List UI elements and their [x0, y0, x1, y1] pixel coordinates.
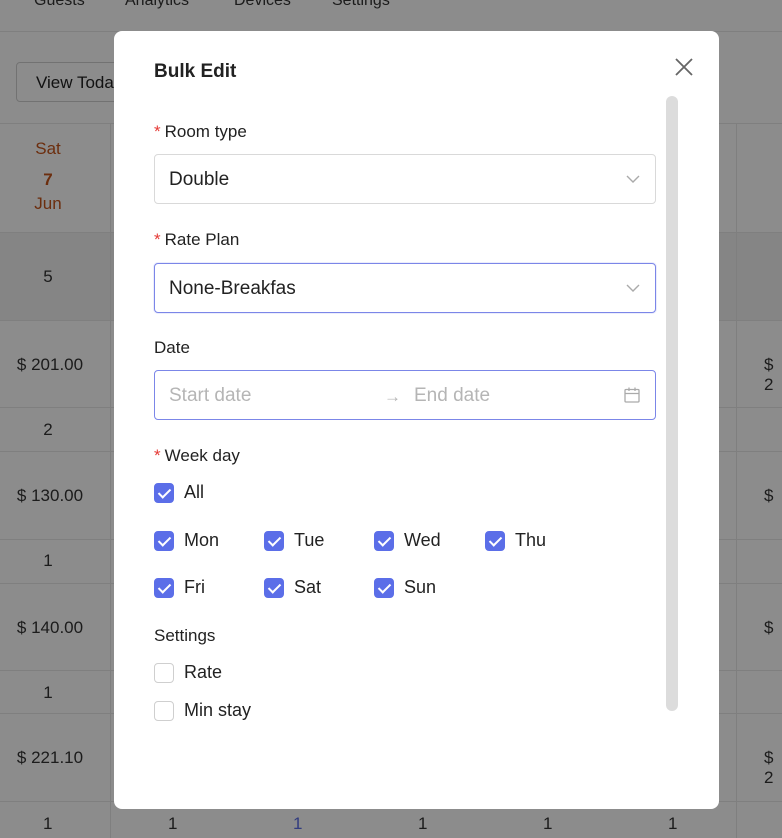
checkbox-box[interactable]	[374, 577, 394, 598]
required-mark: *	[154, 122, 161, 141]
checkbox-label: Sun	[404, 577, 437, 597]
checkbox-box[interactable]	[154, 700, 174, 721]
rate-plan-value: None-Breakfas	[169, 278, 296, 299]
checkbox-rate[interactable]: Rate	[154, 662, 222, 683]
scrollbar[interactable]	[666, 96, 678, 711]
end-date-input[interactable]: End date	[414, 385, 490, 407]
close-icon[interactable]	[672, 55, 696, 79]
required-mark: *	[154, 230, 161, 249]
settings-label: Settings	[154, 626, 216, 645]
checkbox-label: Rate	[184, 662, 223, 682]
room-type-select[interactable]: Double	[154, 154, 656, 204]
checkbox-box[interactable]	[374, 530, 394, 551]
checkbox-min-stay[interactable]: Min stay	[154, 700, 251, 721]
week-day-label: * Week day	[154, 446, 240, 466]
checkbox-label: Fri	[184, 577, 205, 597]
checkbox-box[interactable]	[485, 530, 505, 551]
rate-plan-label: * Rate Plan	[154, 230, 239, 250]
date-range-picker[interactable]: Start date → End date	[154, 370, 656, 420]
checkbox-label: Tue	[294, 530, 325, 550]
checkbox-label: Thu	[515, 530, 547, 550]
bulk-edit-modal: Bulk Edit * Room type Double * Rate Plan N…	[114, 31, 719, 809]
checkbox-label: Sat	[294, 577, 322, 597]
arrow-right-icon: →	[384, 387, 401, 406]
room-type-value: Double	[169, 169, 230, 190]
date-label: Date	[154, 338, 190, 357]
checkbox-label: Min stay	[184, 700, 252, 720]
checkbox-box[interactable]	[154, 662, 174, 683]
room-type-label-text: Room type	[164, 122, 247, 141]
checkbox-box[interactable]	[264, 577, 284, 598]
chevron-down-icon	[626, 284, 640, 292]
checkbox-sat[interactable]: Sat	[264, 577, 321, 598]
checkbox-thu[interactable]: Thu	[485, 530, 546, 551]
rate-plan-select[interactable]: None-Breakfas	[154, 263, 656, 313]
checkbox-fri[interactable]: Fri	[154, 577, 205, 598]
modal-title: Bulk Edit	[154, 61, 237, 82]
calendar-icon	[624, 387, 640, 403]
checkbox-all[interactable]: All	[154, 482, 204, 503]
checkbox-label: Wed	[404, 530, 441, 550]
checkbox-label: All	[184, 482, 205, 502]
checkbox-mon[interactable]: Mon	[154, 530, 219, 551]
checkbox-label: Mon	[184, 530, 220, 550]
checkbox-box[interactable]	[264, 530, 284, 551]
checkbox-sun[interactable]: Sun	[374, 577, 436, 598]
checkbox-box[interactable]	[154, 530, 174, 551]
checkbox-tue[interactable]: Tue	[264, 530, 324, 551]
start-date-input[interactable]: Start date	[169, 385, 251, 407]
checkbox-box[interactable]	[154, 577, 174, 598]
checkbox-box[interactable]	[154, 482, 174, 503]
checkbox-wed[interactable]: Wed	[374, 530, 441, 551]
week-day-label-text: Week day	[164, 446, 240, 465]
rate-plan-label-text: Rate Plan	[164, 230, 240, 249]
required-mark: *	[154, 446, 161, 465]
chevron-down-icon	[626, 175, 640, 183]
room-type-label: * Room type	[154, 122, 247, 142]
